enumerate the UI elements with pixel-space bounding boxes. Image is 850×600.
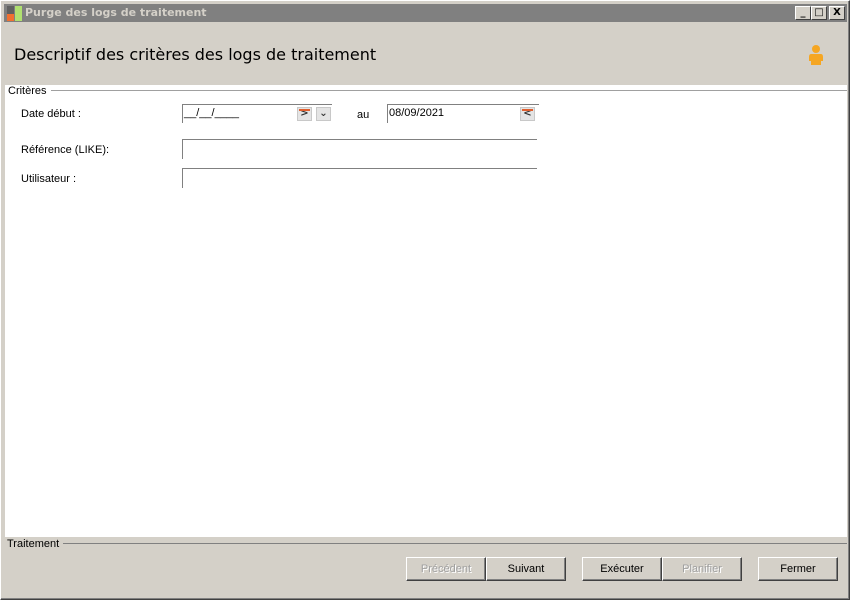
close-window-button[interactable]: X bbox=[829, 6, 845, 20]
minimize-button[interactable]: _ bbox=[795, 6, 811, 20]
divider bbox=[49, 90, 847, 91]
window-title: Purge des logs de traitement bbox=[25, 6, 207, 19]
criteria-panel: Critères Date début : __/__/____ > ⌄ au … bbox=[5, 85, 847, 537]
next-button[interactable]: Suivant bbox=[486, 557, 566, 581]
schedule-button[interactable]: Planifier bbox=[662, 557, 742, 581]
calendar-next-icon[interactable]: > bbox=[297, 107, 312, 121]
to-label: au bbox=[357, 109, 370, 121]
previous-button[interactable]: Précédent bbox=[406, 557, 486, 581]
chevron-down-icon[interactable]: ⌄ bbox=[316, 107, 331, 121]
header: Descriptif des critères des logs de trai… bbox=[4, 23, 847, 84]
date-start-value: __/__/____ bbox=[184, 107, 240, 119]
person-icon bbox=[809, 45, 823, 65]
date-start-label: Date début : bbox=[21, 108, 81, 120]
divider bbox=[61, 543, 847, 544]
window: Purge des logs de traitement _ □ X Descr… bbox=[0, 0, 850, 600]
criteria-legend: Critères bbox=[8, 85, 51, 97]
reference-label: Référence (LIKE): bbox=[21, 144, 110, 156]
app-icon bbox=[7, 6, 23, 21]
user-label: Utilisateur : bbox=[21, 173, 77, 185]
date-end-input[interactable]: 08/09/2021 bbox=[387, 104, 539, 123]
close-button[interactable]: Fermer bbox=[758, 557, 838, 581]
page-title: Descriptif des critères des logs de trai… bbox=[14, 45, 377, 64]
date-end-value: 08/09/2021 bbox=[389, 107, 445, 119]
maximize-button[interactable]: □ bbox=[811, 6, 827, 20]
treatment-legend: Traitement bbox=[7, 538, 64, 550]
title-bar[interactable]: Purge des logs de traitement _ □ X bbox=[4, 4, 847, 22]
user-input[interactable] bbox=[182, 168, 537, 188]
calendar-prev-icon[interactable]: < bbox=[520, 107, 535, 121]
execute-button[interactable]: Exécuter bbox=[582, 557, 662, 581]
reference-input[interactable] bbox=[182, 139, 537, 159]
